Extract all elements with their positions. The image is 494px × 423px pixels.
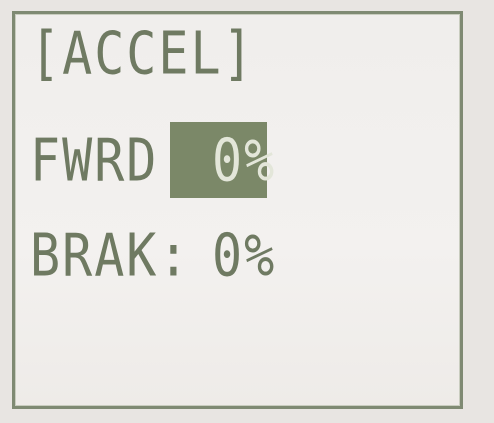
brak-value[interactable]: 0%	[212, 226, 276, 285]
lcd-bezel: [ACCEL] FWRD: 0% BRAK: 0%	[0, 0, 494, 423]
screen-title: [ACCEL]	[30, 19, 255, 88]
fwrd-label: FWRD:	[30, 126, 191, 195]
brak-label: BRAK:	[30, 221, 191, 290]
fwrd-value[interactable]: 0%	[212, 131, 276, 190]
